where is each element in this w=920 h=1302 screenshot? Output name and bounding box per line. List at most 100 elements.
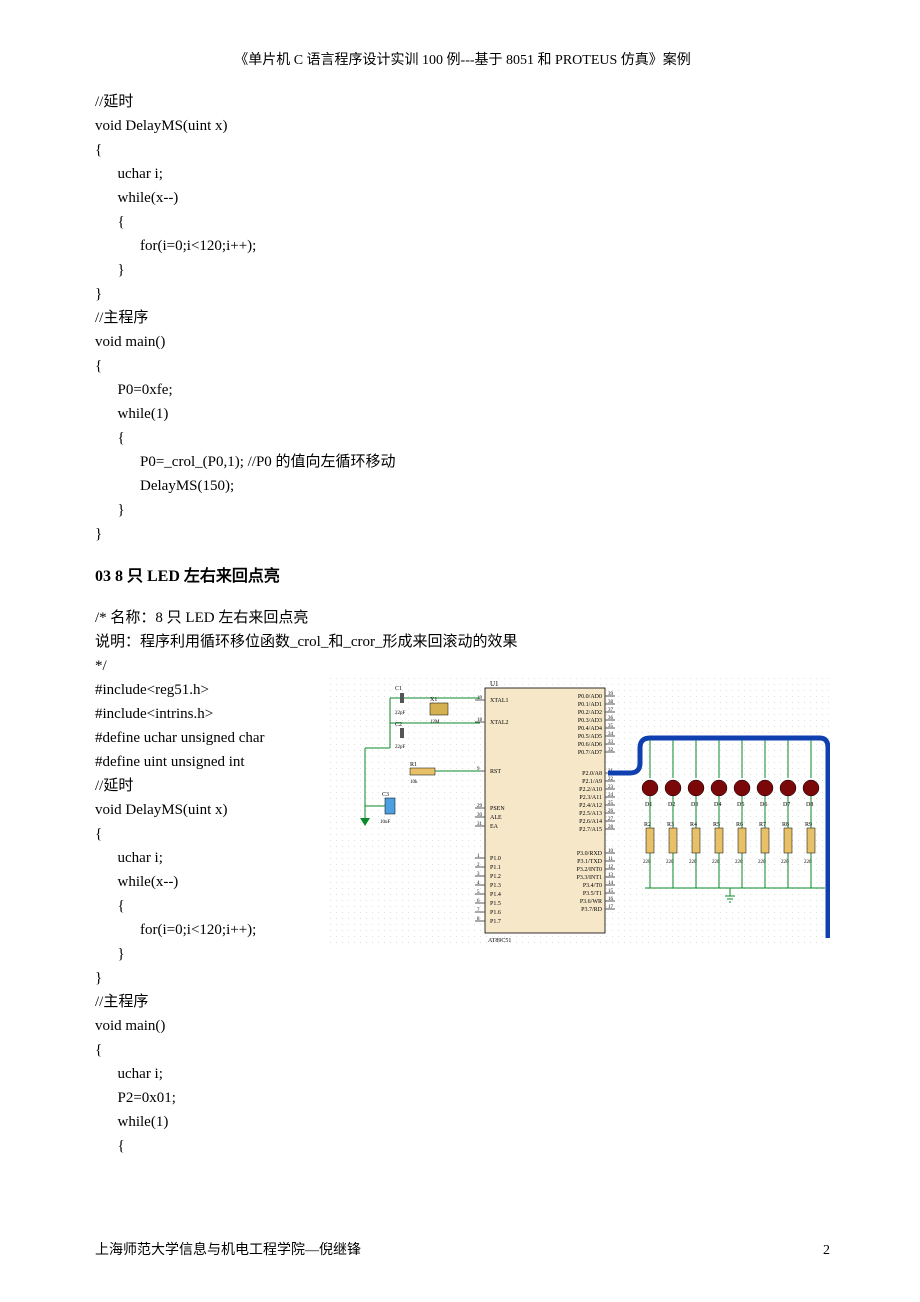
svg-text:P2.5/A13: P2.5/A13 bbox=[579, 811, 602, 817]
svg-text:30: 30 bbox=[477, 813, 483, 818]
svg-text:P0.7/AD7: P0.7/AD7 bbox=[578, 750, 602, 756]
svg-text:27: 27 bbox=[608, 817, 614, 822]
svg-text:220: 220 bbox=[735, 860, 743, 865]
page-number: 2 bbox=[823, 1240, 830, 1262]
svg-text:P1.0: P1.0 bbox=[490, 856, 501, 862]
cap-c2-val: 22pF bbox=[395, 745, 406, 750]
svg-text:D8: D8 bbox=[806, 802, 813, 808]
svg-text:P0.3/AD3: P0.3/AD3 bbox=[578, 718, 602, 724]
svg-text:35: 35 bbox=[608, 724, 614, 729]
cap-c3: C3 bbox=[382, 792, 389, 798]
cap-c1: C1 bbox=[395, 686, 402, 692]
svg-text:P2.0/A8: P2.0/A8 bbox=[582, 771, 602, 777]
svg-text:220: 220 bbox=[758, 860, 766, 865]
svg-text:P2.4/A12: P2.4/A12 bbox=[579, 803, 602, 809]
svg-text:39: 39 bbox=[608, 692, 614, 697]
svg-text:P1.4: P1.4 bbox=[490, 892, 501, 898]
svg-text:220: 220 bbox=[781, 860, 789, 865]
svg-text:10: 10 bbox=[608, 849, 614, 854]
svg-text:36: 36 bbox=[608, 716, 614, 721]
svg-text:220: 220 bbox=[666, 860, 674, 865]
svg-text:R8: R8 bbox=[782, 822, 789, 828]
svg-text:D5: D5 bbox=[737, 802, 744, 808]
svg-text:16: 16 bbox=[608, 897, 614, 902]
cap-c1-val: 22pF bbox=[395, 711, 406, 716]
cap-c3-val: 10uF bbox=[380, 820, 391, 825]
svg-text:P2.1/A9: P2.1/A9 bbox=[582, 779, 602, 785]
svg-text:28: 28 bbox=[608, 825, 614, 830]
svg-text:P0.0/AD0: P0.0/AD0 bbox=[578, 694, 602, 700]
svg-text:31: 31 bbox=[477, 822, 483, 827]
svg-text:29: 29 bbox=[477, 804, 483, 809]
svg-text:P0.6/AD6: P0.6/AD6 bbox=[578, 742, 602, 748]
svg-text:22: 22 bbox=[608, 777, 614, 782]
chip-ref: U1 bbox=[490, 680, 499, 688]
svg-text:12: 12 bbox=[608, 865, 614, 870]
svg-text:P3.3/INT1: P3.3/INT1 bbox=[577, 875, 603, 881]
code-block-2b: //主程序 void main() { uchar i; P2=0x01; wh… bbox=[95, 990, 830, 1158]
svg-text:17: 17 bbox=[608, 905, 614, 910]
svg-text:P0.1/AD1: P0.1/AD1 bbox=[578, 702, 602, 708]
svg-text:D1: D1 bbox=[645, 802, 652, 808]
svg-text:220: 220 bbox=[712, 860, 720, 865]
cap-c2: C2 bbox=[395, 722, 402, 728]
desc-line-1: /* 名称：8 只 LED 左右来回点亮 bbox=[95, 606, 830, 630]
svg-text:18: 18 bbox=[477, 718, 483, 723]
svg-text:38: 38 bbox=[608, 700, 614, 705]
svg-text:220: 220 bbox=[804, 860, 812, 865]
svg-text:37: 37 bbox=[608, 708, 614, 713]
svg-text:P3.7/RD: P3.7/RD bbox=[581, 907, 603, 913]
page-header: 《单片机 C 语言程序设计实训 100 例---基于 8051 和 PROTEU… bbox=[95, 50, 830, 72]
svg-text:220: 220 bbox=[643, 860, 651, 865]
chip-part: AT89C51 bbox=[488, 938, 511, 944]
svg-text:R7: R7 bbox=[759, 822, 766, 828]
svg-text:RST: RST bbox=[490, 769, 501, 775]
svg-text:15: 15 bbox=[608, 889, 614, 894]
svg-text:D4: D4 bbox=[714, 802, 721, 808]
svg-text:P1.7: P1.7 bbox=[490, 919, 501, 925]
svg-text:P3.2/INT0: P3.2/INT0 bbox=[577, 867, 603, 873]
svg-text:ALE: ALE bbox=[490, 815, 502, 821]
svg-text:P2.2/A10: P2.2/A10 bbox=[579, 787, 602, 793]
svg-text:P1.1: P1.1 bbox=[490, 865, 501, 871]
code-block-2a: #include<reg51.h> #include<intrins.h> #d… bbox=[95, 678, 310, 990]
svg-text:R4: R4 bbox=[690, 822, 697, 828]
svg-text:P3.1/TXD: P3.1/TXD bbox=[577, 859, 603, 865]
desc-line-2: 说明：程序利用循环移位函数_crol_和_cror_形成来回滚动的效果 bbox=[95, 630, 830, 654]
svg-text:P0.2/AD2: P0.2/AD2 bbox=[578, 710, 602, 716]
svg-text:220: 220 bbox=[689, 860, 697, 865]
svg-text:P1.6: P1.6 bbox=[490, 910, 501, 916]
svg-text:24: 24 bbox=[608, 793, 614, 798]
svg-text:D7: D7 bbox=[783, 802, 790, 808]
svg-text:P2.6/A14: P2.6/A14 bbox=[579, 819, 602, 825]
proteus-schematic: U1 AT89C51 19XTAL118XTAL29RST29PSEN30ALE… bbox=[330, 678, 830, 948]
svg-text:XTAL2: XTAL2 bbox=[490, 720, 509, 726]
svg-text:PSEN: PSEN bbox=[490, 806, 505, 812]
svg-text:R3: R3 bbox=[667, 822, 674, 828]
svg-text:25: 25 bbox=[608, 801, 614, 806]
svg-text:33: 33 bbox=[608, 740, 614, 745]
svg-text:R2: R2 bbox=[644, 822, 651, 828]
svg-text:32: 32 bbox=[608, 748, 614, 753]
svg-text:13: 13 bbox=[608, 873, 614, 878]
svg-text:34: 34 bbox=[608, 732, 614, 737]
svg-text:P1.5: P1.5 bbox=[490, 901, 501, 907]
svg-text:P1.2: P1.2 bbox=[490, 874, 501, 880]
svg-text:XTAL1: XTAL1 bbox=[490, 698, 509, 704]
section-title: 03 8 只 LED 左右来回点亮 bbox=[95, 564, 830, 590]
svg-text:D3: D3 bbox=[691, 802, 698, 808]
svg-text:26: 26 bbox=[608, 809, 614, 814]
svg-text:D6: D6 bbox=[760, 802, 767, 808]
res-r1-val: 10k bbox=[410, 780, 418, 785]
svg-text:P2.3/A11: P2.3/A11 bbox=[579, 795, 602, 801]
svg-text:P0.4/AD4: P0.4/AD4 bbox=[578, 726, 602, 732]
svg-text:23: 23 bbox=[608, 785, 614, 790]
svg-text:P3.4/T0: P3.4/T0 bbox=[583, 883, 602, 889]
res-r1: R1 bbox=[410, 762, 417, 768]
desc-line-3: */ bbox=[95, 654, 830, 678]
svg-text:11: 11 bbox=[608, 857, 613, 862]
svg-text:P3.0/RXD: P3.0/RXD bbox=[577, 851, 603, 857]
svg-text:P2.7/A15: P2.7/A15 bbox=[579, 827, 602, 833]
svg-text:P3.5/T1: P3.5/T1 bbox=[583, 891, 602, 897]
svg-text:R5: R5 bbox=[713, 822, 720, 828]
